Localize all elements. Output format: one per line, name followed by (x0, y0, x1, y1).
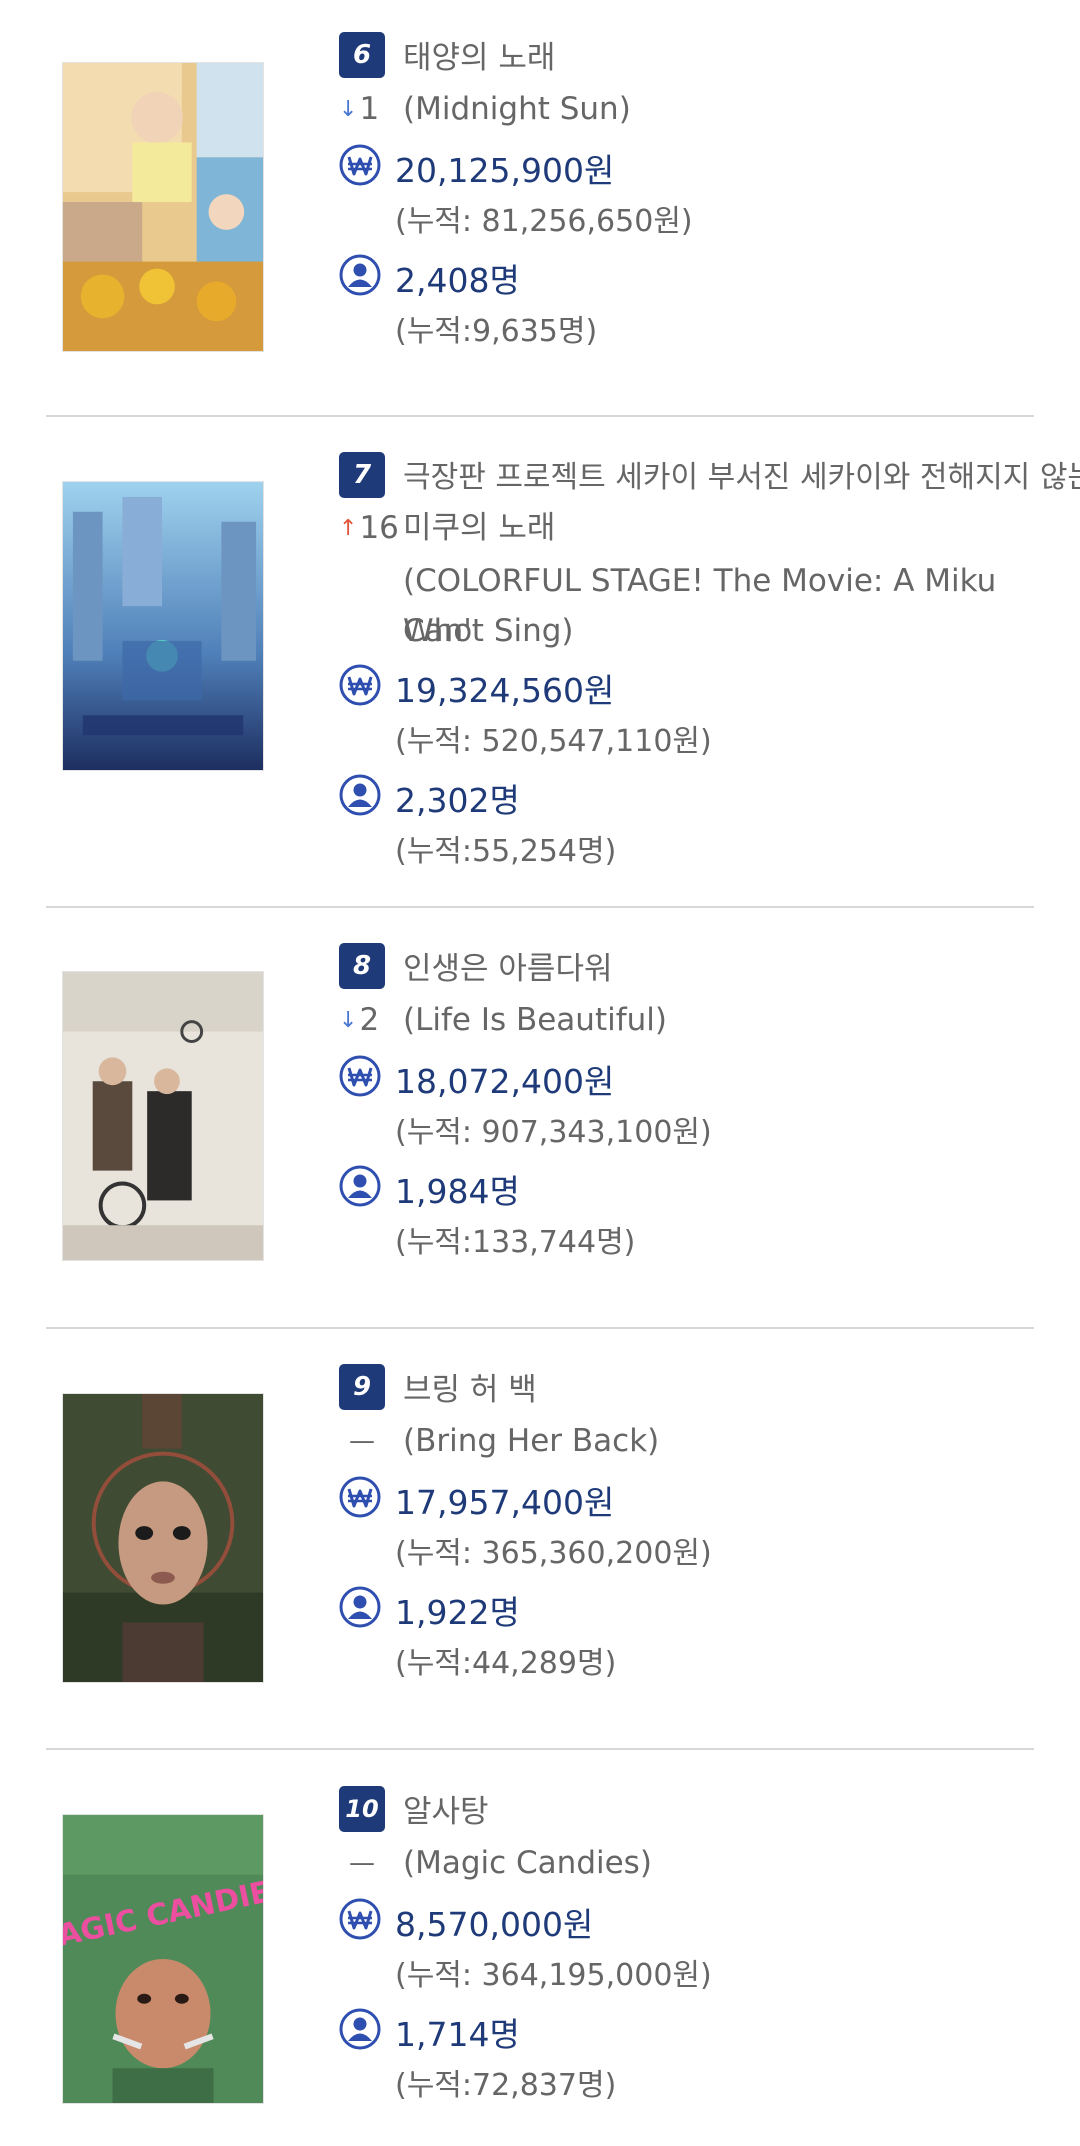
daily-revenue: 19,324,560원 (395, 671, 615, 710)
divider (46, 1327, 1034, 1329)
daily-audience: 1,922명 (395, 1593, 520, 1632)
arrow-up-icon: ↑ (339, 515, 358, 541)
rank-badge: 7 (339, 452, 385, 498)
title-english: (Midnight Sun) (403, 91, 631, 127)
rank-badge: 8 (339, 943, 385, 989)
rank-change: ↓ 2 (339, 1002, 380, 1038)
rank-change: — (349, 1426, 375, 1456)
title-korean[interactable]: 브링 허 백 (403, 1368, 537, 1412)
person-icon (339, 774, 381, 816)
poster-image[interactable]: MAGIC CANDIES (62, 1814, 264, 2104)
won-icon (339, 1898, 381, 1940)
person-icon (339, 1165, 381, 1207)
cumulative-revenue: (누적: 364,195,000원) (395, 1958, 712, 1993)
divider (46, 415, 1034, 417)
title-english-cont: Can't Sing) (403, 613, 574, 649)
cumulative-revenue: (누적: 520,547,110원) (395, 724, 712, 759)
daily-audience: 2,302명 (395, 781, 520, 820)
person-icon (339, 1586, 381, 1628)
rank-badge: 10 (339, 1786, 385, 1832)
won-icon (339, 1055, 381, 1097)
title-english: (Life Is Beautiful) (403, 1002, 667, 1038)
poster-image[interactable] (62, 1393, 264, 1683)
daily-audience: 1,984명 (395, 1172, 520, 1211)
rank-change: ↓ 1 (339, 91, 380, 127)
arrow-down-icon: ↓ (339, 96, 358, 122)
cumulative-audience: (누적:72,837명) (395, 2068, 617, 2103)
divider (46, 906, 1034, 908)
won-icon (339, 1476, 381, 1518)
won-icon (339, 144, 381, 186)
cumulative-revenue: (누적: 365,360,200원) (395, 1536, 712, 1571)
rank-change: ↑ 16 (339, 510, 399, 546)
poster-image[interactable] (62, 481, 264, 771)
title-korean[interactable]: 알사탕 (403, 1790, 489, 1834)
rank-badge: 9 (339, 1364, 385, 1410)
won-icon (339, 664, 381, 706)
cumulative-audience: (누적:55,254명) (395, 834, 617, 869)
title-korean[interactable]: 태양의 노래 (403, 36, 555, 80)
cumulative-revenue: (누적: 81,256,650원) (395, 204, 693, 239)
cumulative-audience: (누적:9,635명) (395, 314, 598, 349)
cumulative-audience: (누적:44,289명) (395, 1646, 617, 1681)
title-english: (Magic Candies) (403, 1845, 652, 1881)
daily-revenue: 17,957,400원 (395, 1483, 615, 1522)
person-icon (339, 2008, 381, 2050)
daily-revenue: 8,570,000원 (395, 1905, 594, 1944)
cumulative-audience: (누적:133,744명) (395, 1225, 636, 1260)
cumulative-revenue: (누적: 907,343,100원) (395, 1115, 712, 1150)
daily-audience: 1,714명 (395, 2015, 520, 2054)
rank-change: — (349, 1848, 375, 1878)
poster-image[interactable] (62, 62, 264, 352)
title-korean[interactable]: 인생은 아름다워 (403, 947, 613, 991)
daily-audience: 2,408명 (395, 261, 520, 300)
daily-revenue: 20,125,900원 (395, 151, 615, 190)
title-korean[interactable]: 극장판 프로젝트 세카이 부서진 세카이와 전해지지 않는 (403, 456, 1080, 500)
daily-revenue: 18,072,400원 (395, 1062, 615, 1101)
poster-image[interactable] (62, 971, 264, 1261)
title-korean-cont[interactable]: 미쿠의 노래 (403, 504, 555, 552)
title-english: (Bring Her Back) (403, 1423, 660, 1459)
person-icon (339, 254, 381, 296)
rank-badge: 6 (339, 32, 385, 78)
arrow-down-icon: ↓ (339, 1007, 358, 1033)
divider (46, 1748, 1034, 1750)
